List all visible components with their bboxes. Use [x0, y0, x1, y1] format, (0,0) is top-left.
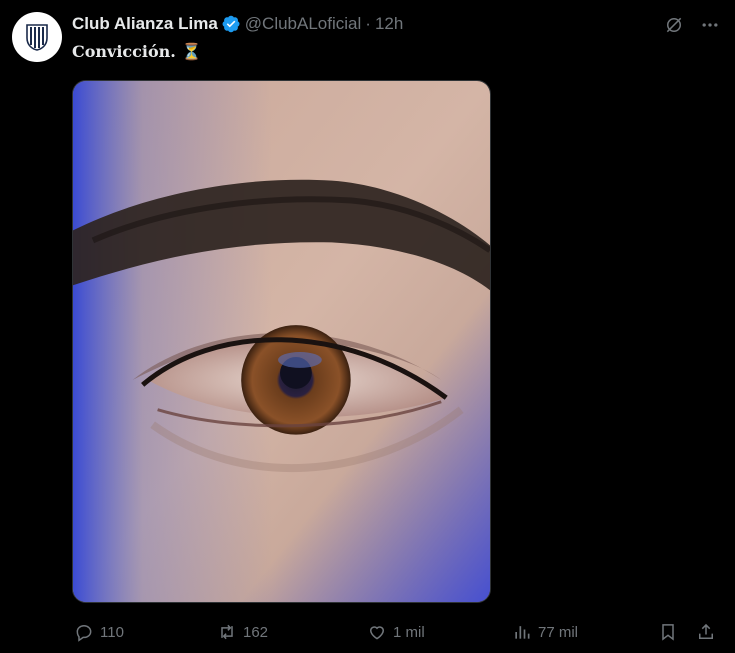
avatar[interactable] [12, 12, 62, 62]
top-right-icons [663, 14, 721, 36]
more-icon[interactable] [699, 14, 721, 36]
tweet-actions: 110 162 1 mil 77 mil [72, 618, 722, 646]
alianza-lima-crest-icon [26, 24, 48, 51]
tweet-media-photo[interactable] [72, 80, 491, 603]
tweet-text-content: Convicción. [72, 42, 176, 61]
views-button[interactable]: 77 mil [512, 618, 578, 646]
hourglass-emoji: ⏳ [181, 42, 202, 61]
retweet-button[interactable]: 162 [217, 618, 268, 646]
reply-button[interactable]: 110 [74, 618, 124, 646]
separator-dot: · [365, 14, 371, 33]
tweet-text: Convicción. ⏳ [72, 42, 202, 61]
bookmark-button[interactable] [658, 618, 678, 646]
views-icon [515, 626, 530, 639]
like-button[interactable]: 1 mil [367, 618, 425, 646]
retweet-icon [221, 624, 233, 640]
retweet-count: 162 [243, 623, 269, 641]
grok-icon[interactable] [663, 14, 685, 36]
tweet[interactable]: Club Alianza Lima @ClubALoficial · 12h C… [0, 0, 735, 653]
like-count: 1 mil [393, 623, 425, 641]
views-count: 77 mil [538, 623, 579, 641]
like-icon [369, 626, 385, 640]
tweet-header: Club Alianza Lima @ClubALoficial · 12h [72, 13, 403, 35]
eye-closeup-photo [73, 81, 490, 602]
share-icon [699, 623, 713, 639]
reply-icon [76, 624, 92, 642]
bookmark-icon [662, 624, 674, 641]
author-handle[interactable]: @ClubALoficial [245, 14, 361, 34]
timestamp[interactable]: 12h [375, 14, 403, 34]
share-button[interactable] [696, 618, 716, 646]
verified-badge-icon [221, 14, 241, 34]
author-name[interactable]: Club Alianza Lima [72, 14, 218, 34]
reply-count: 110 [100, 623, 124, 641]
